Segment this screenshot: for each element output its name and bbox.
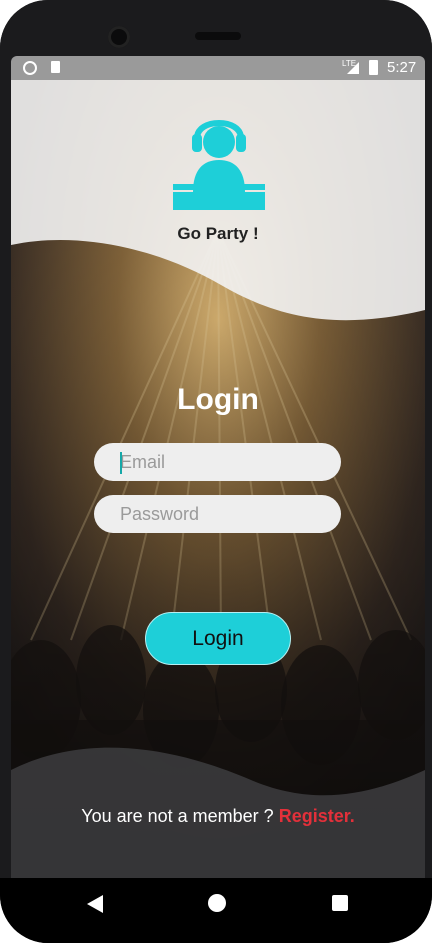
text-cursor <box>120 452 122 474</box>
navigation-bar <box>0 878 432 943</box>
login-heading: Login <box>177 383 259 416</box>
password-field[interactable] <box>94 495 341 533</box>
not-member-text: You are not a member ? <box>81 806 274 826</box>
login-button[interactable]: Login <box>145 612 291 665</box>
dj-headphones-icon <box>173 120 265 210</box>
back-icon[interactable] <box>87 895 103 913</box>
email-field[interactable] <box>94 443 341 481</box>
phone-frame: LTE 5:27 Go Party ! Login Email Login Yo… <box>0 0 432 943</box>
home-icon[interactable] <box>208 894 226 912</box>
phone-top-bezel <box>0 0 432 60</box>
recents-icon[interactable] <box>332 895 348 911</box>
login-content: Go Party ! Login Login You are not a mem… <box>11 56 425 878</box>
app-name: Go Party ! <box>177 224 259 243</box>
register-prompt: You are not a member ? Register. <box>11 806 425 827</box>
register-link[interactable]: Register. <box>279 806 355 826</box>
app-screen: LTE 5:27 Go Party ! Login Email Login Yo… <box>11 56 425 878</box>
earpiece-speaker <box>195 32 241 40</box>
front-camera <box>108 26 130 48</box>
dj-logo <box>169 108 269 216</box>
